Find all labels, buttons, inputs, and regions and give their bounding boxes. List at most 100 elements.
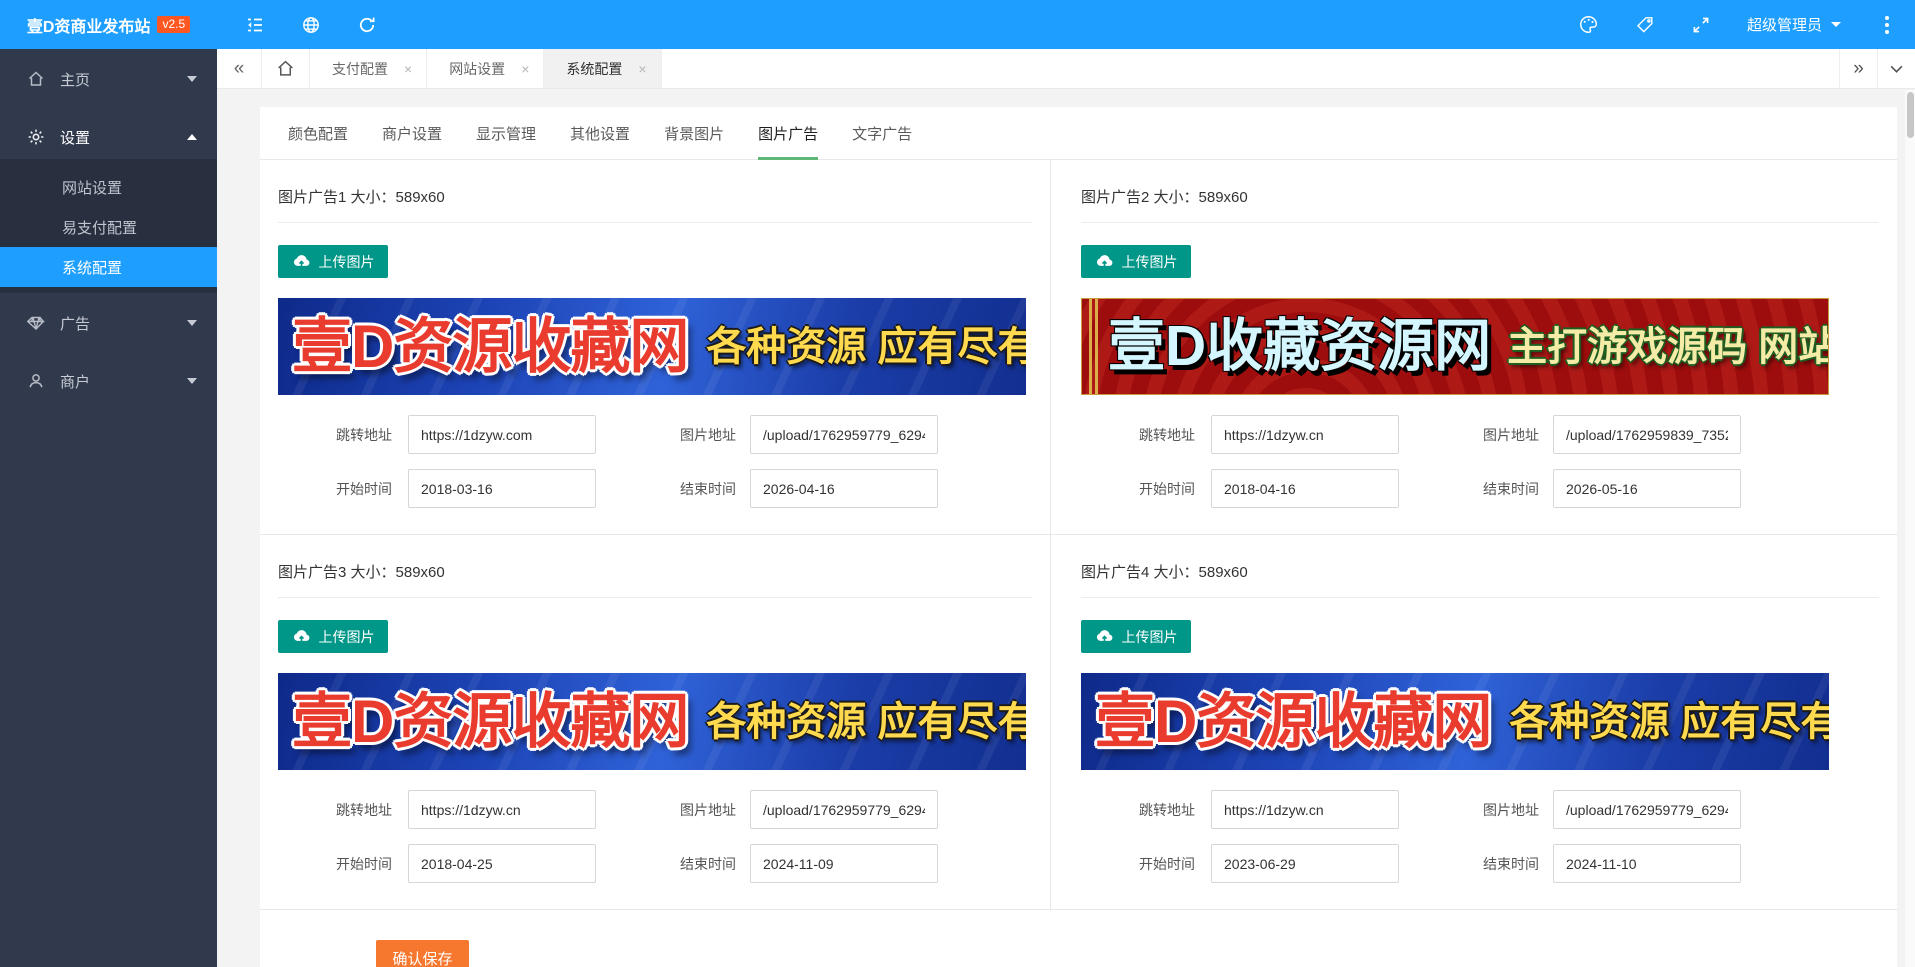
ad3-jump-url-input[interactable] <box>408 790 596 829</box>
ad3-fields: 跳转地址 图片地址 开始时间 <box>278 790 1032 883</box>
ad2-banner-image: 壹D收藏资源网 主打游戏源码 网站源码 <box>1081 298 1829 395</box>
vertical-scrollbar[interactable] <box>1905 90 1915 967</box>
sidebar-subitem-epay-config[interactable]: 易支付配置 <box>0 207 217 247</box>
scrollbar-thumb[interactable] <box>1907 92 1914 138</box>
ad4-image-url-input[interactable] <box>1553 790 1741 829</box>
diamond-icon <box>26 313 46 333</box>
collapse-sidebar-icon[interactable] <box>227 0 283 49</box>
ad1-fields: 跳转地址 图片地址 开始时间 <box>278 415 1032 508</box>
sidebar-item-label: 商户 <box>60 371 90 392</box>
tag-icon[interactable] <box>1617 0 1673 49</box>
jump-url-label: 跳转地址 <box>278 800 392 820</box>
app-window: 壹D资商业发布站 v2.5 主页 设置 网站设置 <box>0 0 1915 967</box>
start-time-label: 开始时间 <box>278 479 392 499</box>
topbar: 超级管理员 <box>217 0 1915 49</box>
close-icon[interactable]: × <box>638 61 646 77</box>
ad4-start-time-input[interactable] <box>1211 844 1399 883</box>
tab-color-config[interactable]: 颜色配置 <box>271 107 365 159</box>
upload-label: 上传图片 <box>1122 252 1178 272</box>
sidebar: 壹D资商业发布站 v2.5 主页 设置 网站设置 <box>0 0 217 967</box>
open-tabs-bar: « 支付配置 × 网站设置 × 系统配置 × » <box>217 49 1915 89</box>
banner-sub-text: 各种资源 应有尽有 <box>706 702 1026 742</box>
ad2-start-time-input[interactable] <box>1211 469 1399 508</box>
ad1-end-time-input[interactable] <box>750 469 938 508</box>
close-icon[interactable]: × <box>404 61 412 77</box>
theme-palette-icon[interactable] <box>1561 0 1617 49</box>
sidebar-item-label: 设置 <box>60 127 90 148</box>
ad3-start-time-input[interactable] <box>408 844 596 883</box>
tab-text-ads[interactable]: 文字广告 <box>835 107 929 159</box>
cloud-upload-icon <box>292 627 311 646</box>
sidebar-item-settings[interactable]: 设置 <box>0 115 217 159</box>
ad1-start-time-input[interactable] <box>408 469 596 508</box>
sidebar-subitem-system-config[interactable]: 系统配置 <box>0 247 217 287</box>
user-menu[interactable]: 超级管理员 <box>1729 0 1859 49</box>
tab-image-ads[interactable]: 图片广告 <box>741 107 835 159</box>
ad1-upload-button[interactable]: 上传图片 <box>278 245 388 278</box>
close-icon[interactable]: × <box>521 61 529 77</box>
app-title: 壹D资商业发布站 <box>27 13 151 37</box>
ad2-upload-button[interactable]: 上传图片 <box>1081 245 1191 278</box>
upload-label: 上传图片 <box>1122 627 1178 647</box>
ad1-image-url-input[interactable] <box>750 415 938 454</box>
banner-main-text: 壹D收藏资源网 <box>1108 318 1491 375</box>
image-url-label: 图片地址 <box>1471 800 1539 820</box>
tabs-menu-icon[interactable] <box>1877 49 1915 88</box>
sidebar-subitem-site-settings[interactable]: 网站设置 <box>0 167 217 207</box>
end-time-label: 结束时间 <box>1471 479 1539 499</box>
ad4-end-time-input[interactable] <box>1553 844 1741 883</box>
scroll-tabs-right-icon[interactable]: » <box>1839 49 1877 88</box>
chevron-down-icon <box>187 378 197 384</box>
ad2-end-time-input[interactable] <box>1553 469 1741 508</box>
ad4-banner-image: 壹D资源收藏网 各种资源 应有尽有 <box>1081 673 1829 770</box>
start-time-label: 开始时间 <box>278 854 392 874</box>
ad2-title: 图片广告2 大小：589x60 <box>1081 160 1879 223</box>
ad3-end-time-input[interactable] <box>750 844 938 883</box>
ad4-jump-url-input[interactable] <box>1211 790 1399 829</box>
home-icon <box>26 69 46 89</box>
ad3-upload-button[interactable]: 上传图片 <box>278 620 388 653</box>
tab-background-images[interactable]: 背景图片 <box>647 107 741 159</box>
refresh-icon[interactable] <box>339 0 395 49</box>
more-vertical-icon[interactable] <box>1859 16 1915 34</box>
end-time-label: 结束时间 <box>668 854 736 874</box>
gear-icon <box>26 127 46 147</box>
banner-sub-text: 主打游戏源码 网站源码 <box>1507 327 1829 367</box>
sidebar-item-merchants[interactable]: 商户 <box>0 359 217 403</box>
chevron-up-icon <box>187 134 197 140</box>
image-url-label: 图片地址 <box>668 425 736 445</box>
ad2-jump-url-input[interactable] <box>1211 415 1399 454</box>
tab-payment-config[interactable]: 支付配置 × <box>310 49 427 88</box>
ad-cell-2: 图片广告2 大小：589x60 上传图片 壹D收藏资源网 主打游戏源码 网站源码 <box>1050 160 1897 535</box>
home-tab-icon[interactable] <box>262 49 310 88</box>
banner-main-text: 壹D资源收藏网 <box>292 692 688 752</box>
chevron-down-icon <box>1831 22 1841 27</box>
ad3-image-url-input[interactable] <box>750 790 938 829</box>
end-time-label: 结束时间 <box>668 479 736 499</box>
tab-site-settings[interactable]: 网站设置 × <box>427 49 544 88</box>
tab-display-management[interactable]: 显示管理 <box>459 107 553 159</box>
ad4-upload-button[interactable]: 上传图片 <box>1081 620 1191 653</box>
tab-label: 系统配置 <box>566 59 622 79</box>
tab-other-settings[interactable]: 其他设置 <box>553 107 647 159</box>
banner-gold-bar <box>1089 299 1098 394</box>
scroll-tabs-left-icon[interactable]: « <box>217 49 262 88</box>
confirm-save-button[interactable]: 确认保存 <box>376 940 469 967</box>
ad2-image-url-input[interactable] <box>1553 415 1741 454</box>
ad4-fields: 跳转地址 图片地址 开始时间 <box>1081 790 1879 883</box>
sidebar-item-ads[interactable]: 广告 <box>0 301 217 345</box>
globe-icon[interactable] <box>283 0 339 49</box>
ad-cell-3: 图片广告3 大小：589x60 上传图片 壹D资源收藏网 各种资源 应有尽有 跳… <box>260 535 1050 910</box>
banner-main-text: 壹D资源收藏网 <box>1095 692 1491 752</box>
tab-system-config[interactable]: 系统配置 × <box>544 49 661 88</box>
ad3-banner-image: 壹D资源收藏网 各种资源 应有尽有 <box>278 673 1026 770</box>
ad1-title: 图片广告1 大小：589x60 <box>278 160 1032 223</box>
ad1-jump-url-input[interactable] <box>408 415 596 454</box>
sidebar-item-home[interactable]: 主页 <box>0 57 217 101</box>
jump-url-label: 跳转地址 <box>1081 800 1195 820</box>
tab-merchant-settings[interactable]: 商户设置 <box>365 107 459 159</box>
user-name: 超级管理员 <box>1747 14 1822 35</box>
fullscreen-icon[interactable] <box>1673 0 1729 49</box>
sidebar-item-label: 广告 <box>60 313 90 334</box>
image-url-label: 图片地址 <box>1471 425 1539 445</box>
